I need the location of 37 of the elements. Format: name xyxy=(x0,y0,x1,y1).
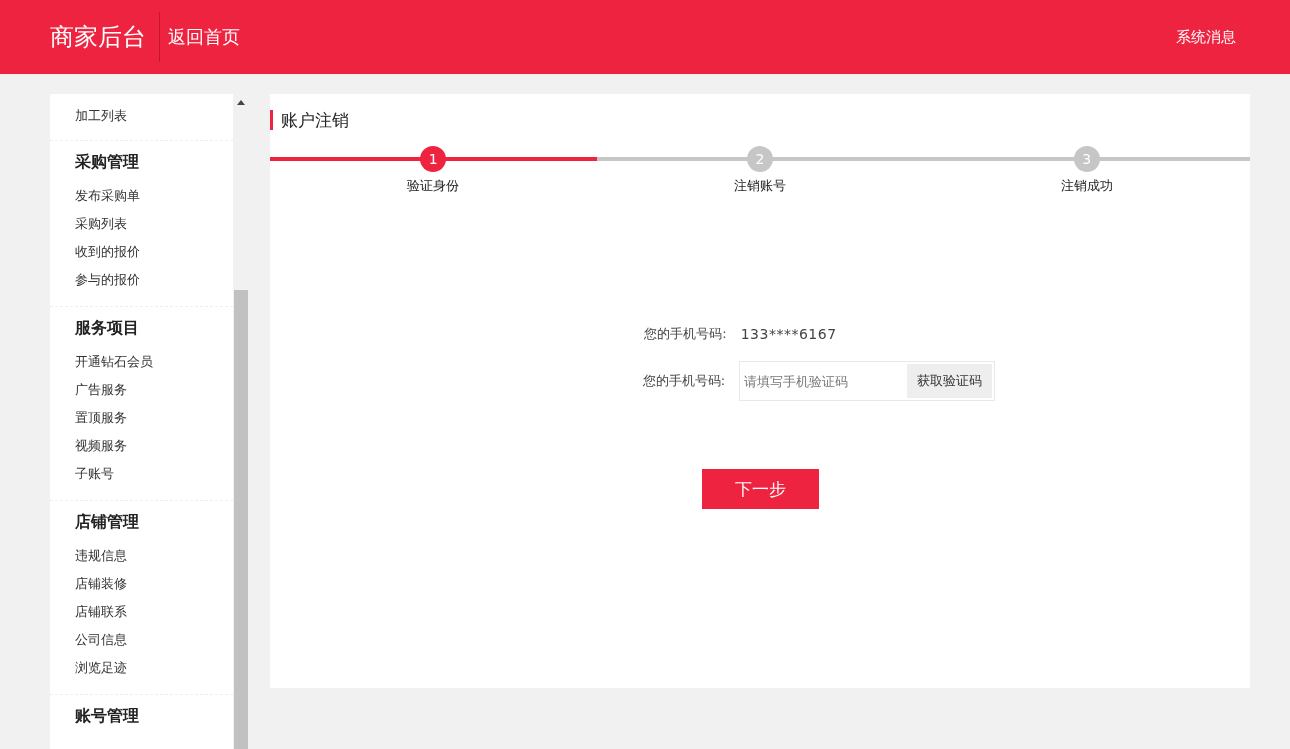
next-button[interactable]: 下一步 xyxy=(701,469,819,509)
step-label: 注销成功 xyxy=(1060,177,1113,195)
code-field[interactable]: 请填写手机验证码 获取验证码 xyxy=(739,361,996,401)
sidebar-item[interactable]: 发布采购单 xyxy=(75,182,233,210)
sidebar-item[interactable]: 参与的报价 xyxy=(75,266,233,294)
get-code-button[interactable]: 获取验证码 xyxy=(907,364,993,398)
sidebar-item[interactable]: 开通钻石会员 xyxy=(75,348,233,376)
sidebar-item[interactable]: 浏览足迹 xyxy=(75,654,233,682)
panel-title: 账户注销 xyxy=(270,110,1250,130)
sidebar-item[interactable]: 店铺联系 xyxy=(75,598,233,626)
scroll-up-icon[interactable] xyxy=(237,100,245,105)
home-link[interactable]: 返回首页 xyxy=(168,25,240,49)
code-label: 您的手机号码: xyxy=(642,372,726,390)
sidebar-item[interactable]: 店铺装修 xyxy=(75,570,233,598)
sidebar-heading: 店铺管理 xyxy=(75,511,140,533)
phone-value: 133****6167 xyxy=(740,326,838,342)
messages-link[interactable]: 系统消息 xyxy=(1176,27,1236,47)
brand-title: 商家后台 xyxy=(50,22,146,53)
sidebar-item[interactable]: 加工列表 xyxy=(75,102,233,130)
scrollbar[interactable] xyxy=(233,94,248,749)
sidebar-item[interactable]: 子账号 xyxy=(75,460,233,488)
sidebar-heading: 采购管理 xyxy=(75,151,140,173)
step-label: 验证身份 xyxy=(407,177,460,195)
sidebar-heading: 账号管理 xyxy=(75,705,140,727)
sidebar-heading: 服务项目 xyxy=(75,317,140,339)
sidebar-item[interactable]: 收到的报价 xyxy=(75,238,233,266)
sidebar-item[interactable]: 视频服务 xyxy=(75,432,233,460)
step-label: 注销账号 xyxy=(734,177,786,195)
step-number: 3 xyxy=(1073,146,1100,172)
sidebar-item[interactable]: 广告服务 xyxy=(75,376,233,404)
sidebar-item[interactable]: 采购列表 xyxy=(75,210,233,238)
sidebar-item[interactable]: 违规信息 xyxy=(75,542,233,570)
sidebar-item[interactable]: 公司信息 xyxy=(75,626,233,654)
step-number: 1 xyxy=(420,146,447,172)
phone-label: 您的手机号码: xyxy=(644,325,727,343)
sidebar-item[interactable]: 置顶服务 xyxy=(75,404,233,432)
step-number: 2 xyxy=(747,146,773,172)
